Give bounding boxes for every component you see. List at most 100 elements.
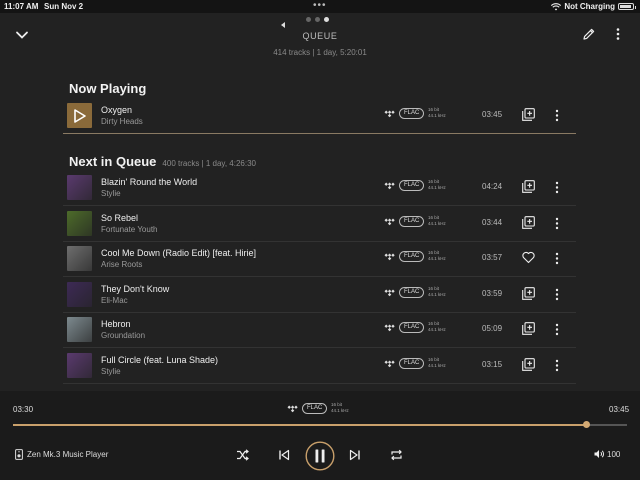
format-badge: FLAC [302, 403, 328, 414]
album-art [67, 175, 92, 200]
add-to-queue-icon[interactable] [522, 108, 535, 121]
more-vertical-icon[interactable] [554, 288, 560, 301]
multitasking-dots[interactable]: ••• [313, 0, 327, 11]
track-title: Hebron [101, 319, 131, 330]
album-art [67, 353, 92, 378]
album-art [67, 246, 92, 272]
play-indicator-icon [67, 103, 92, 128]
page-title: QUEUE [302, 31, 338, 41]
audio-quality: 16 bit 44.1 kHz [428, 285, 446, 297]
track-duration: 03:59 [482, 288, 503, 298]
more-vertical-icon[interactable] [554, 217, 560, 230]
format-badge: FLAC [399, 215, 425, 227]
track-duration: 03:57 [482, 253, 503, 263]
tidal-icon [384, 110, 395, 118]
audio-quality: 16 bit 44.1 kHz [428, 179, 446, 190]
audio-quality: 16 bit 44.1 kHz [331, 402, 349, 413]
track-title: Cool Me Down (Radio Edit) [feat. Hirie] [101, 248, 257, 259]
tidal-icon [384, 253, 395, 261]
track-title: Oxygen [101, 105, 133, 115]
track-artist: Groundation [101, 331, 146, 341]
track-title: Blazin' Round the World [101, 177, 198, 187]
track-duration: 03:45 [482, 110, 503, 119]
elapsed-time: 03:30 [13, 405, 34, 414]
more-vertical-icon[interactable] [612, 27, 624, 41]
tidal-icon [384, 360, 395, 368]
track-title: So Rebel [101, 212, 139, 223]
audio-quality: 16 bit 44.1 kHz [428, 357, 446, 368]
more-vertical-icon[interactable] [554, 359, 560, 372]
page-dot[interactable] [315, 17, 320, 22]
page-dot[interactable] [306, 17, 311, 22]
more-vertical-icon[interactable] [554, 109, 560, 122]
page-indicator[interactable] [306, 17, 329, 22]
add-to-queue-icon[interactable] [522, 322, 535, 336]
total-time: 03:45 [609, 405, 630, 414]
album-art [67, 317, 92, 343]
more-vertical-icon[interactable] [554, 323, 560, 336]
track-duration: 03:15 [482, 360, 503, 369]
queue-track-row[interactable]: Full Circle (feat. Luna Shade) Stylie FLAC… [63, 349, 576, 384]
seek-handle[interactable] [582, 421, 590, 428]
heart-icon[interactable] [522, 251, 535, 264]
more-vertical-icon[interactable] [554, 181, 560, 194]
format-badge: FLAC [399, 286, 425, 298]
queue-track-row[interactable]: They Don't Know Eli-Mac FLAC 16 bit 44.1 kHz… [63, 278, 576, 313]
track-title: They Don't Know [101, 283, 170, 294]
page-dot[interactable] [324, 17, 329, 22]
track-duration: 03:44 [482, 217, 503, 227]
format-badge: FLAC [399, 322, 425, 334]
status-bar: 11:07 AM Sun Nov 2 ••• Not Charging [0, 0, 640, 13]
more-vertical-icon[interactable] [554, 252, 560, 265]
repeat-icon[interactable] [390, 449, 403, 461]
format-badge: FLAC [399, 180, 425, 191]
battery-icon [618, 3, 636, 10]
format-badge: FLAC [399, 108, 425, 119]
queue-track-row[interactable]: Cool Me Down (Radio Edit) [feat. Hirie] A… [63, 242, 576, 278]
format-badge: FLAC [399, 358, 425, 369]
output-device[interactable]: Zen Mk.3 Music Player [15, 449, 108, 460]
audio-quality: 16 bit 44.1 kHz [428, 214, 446, 226]
now-playing-row[interactable]: Oxygen Dirty Heads FLAC 16 bit 44.1 kHz … [63, 99, 576, 134]
volume-level: 100 [607, 449, 621, 459]
queue-summary: 414 tracks | 1 day, 5:20:01 [273, 48, 367, 57]
album-art [67, 210, 92, 236]
queue-list[interactable]: Now Playing Oxygen Dirty Heads FLAC 16 b… [0, 65, 640, 391]
pencil-icon[interactable] [582, 27, 596, 41]
album-art [67, 281, 92, 307]
audio-quality: 16 bit 44.1 kHz [428, 321, 446, 333]
queue-track-row[interactable]: Blazin' Round the World Stylie FLAC 16 bit 4… [63, 171, 576, 206]
volume-control[interactable]: 100 [594, 449, 620, 459]
format-badge: FLAC [399, 251, 425, 263]
pause-button[interactable] [305, 441, 335, 471]
previous-track-icon[interactable] [278, 449, 290, 461]
track-artist: Stylie [101, 367, 121, 376]
tidal-icon [384, 218, 395, 225]
audio-quality: 16 bit 44.1 kHz [428, 250, 446, 262]
add-to-queue-icon[interactable] [522, 358, 535, 371]
audio-quality: 16 bit 44.1 kHz [428, 107, 446, 118]
tidal-icon [384, 324, 395, 332]
track-duration: 04:24 [482, 182, 503, 191]
next-in-queue-heading: Next in Queue 400 tracks | 1 day, 4:26:30 [69, 154, 256, 169]
queue-track-row[interactable]: Hebron Groundation FLAC 16 bit 44.1 kHz 05:09 [63, 313, 576, 349]
status-right: Not Charging [551, 2, 636, 11]
add-to-queue-icon[interactable] [522, 286, 535, 300]
add-to-queue-icon[interactable] [522, 180, 535, 193]
track-duration: 05:09 [482, 324, 503, 334]
now-playing-heading: Now Playing [69, 81, 147, 96]
tidal-icon [384, 182, 395, 190]
queue-count: 400 tracks | 1 day, 4:26:30 [162, 159, 256, 168]
shuffle-icon[interactable] [236, 449, 249, 461]
add-to-queue-icon[interactable] [522, 215, 535, 229]
seek-bar[interactable] [13, 421, 627, 428]
charging-status: Not Charging [564, 2, 615, 11]
track-artist: Arise Roots [101, 260, 143, 270]
next-track-icon[interactable] [349, 449, 361, 461]
pager-back-icon[interactable] [281, 22, 285, 28]
device-name: Zen Mk.3 Music Player [27, 450, 109, 459]
track-artist: Dirty Heads [101, 117, 143, 126]
tidal-icon [384, 289, 395, 297]
queue-track-row[interactable]: So Rebel Fortunate Youth FLAC 16 bit 44.1 kH… [63, 207, 576, 242]
queue-header: QUEUE 414 tracks | 1 day, 5:20:01 [0, 13, 640, 65]
